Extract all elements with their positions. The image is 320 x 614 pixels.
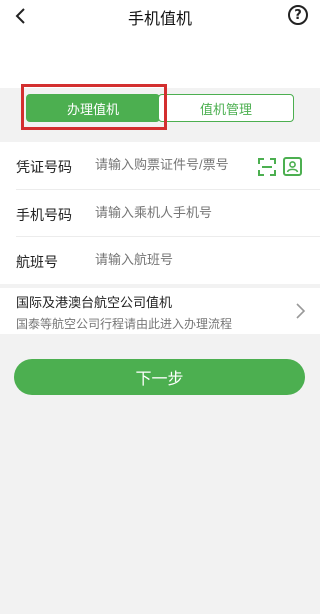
next-button[interactable]: 下一步: [14, 359, 305, 395]
phone-input[interactable]: [95, 205, 255, 220]
international-title: 国际及港澳台航空公司值机: [16, 296, 173, 311]
help-icon[interactable]: ?: [288, 5, 308, 25]
chevron-right-icon: [296, 303, 306, 319]
scan-icon[interactable]: [258, 158, 276, 176]
voucher-label: 凭证号码: [16, 160, 72, 176]
top-blank-area: [0, 34, 320, 88]
phone-row: 手机号码: [0, 190, 320, 236]
id-card-icon[interactable]: [283, 157, 302, 176]
flight-row: 航班号: [0, 237, 320, 283]
page-title: 手机值机: [127, 9, 192, 28]
flight-label: 航班号: [16, 255, 58, 271]
international-check-in-entry[interactable]: 国际及港澳台航空公司值机 国泰等航空公司行程请由此进入办理流程: [0, 288, 320, 334]
voucher-input[interactable]: [95, 157, 255, 172]
international-subtitle: 国泰等航空公司行程请由此进入办理流程: [16, 317, 233, 331]
tab-check-in-management[interactable]: 值机管理: [158, 94, 294, 122]
flight-input[interactable]: [95, 252, 255, 267]
phone-label: 手机号码: [16, 208, 72, 224]
highlight-box: [21, 84, 167, 130]
